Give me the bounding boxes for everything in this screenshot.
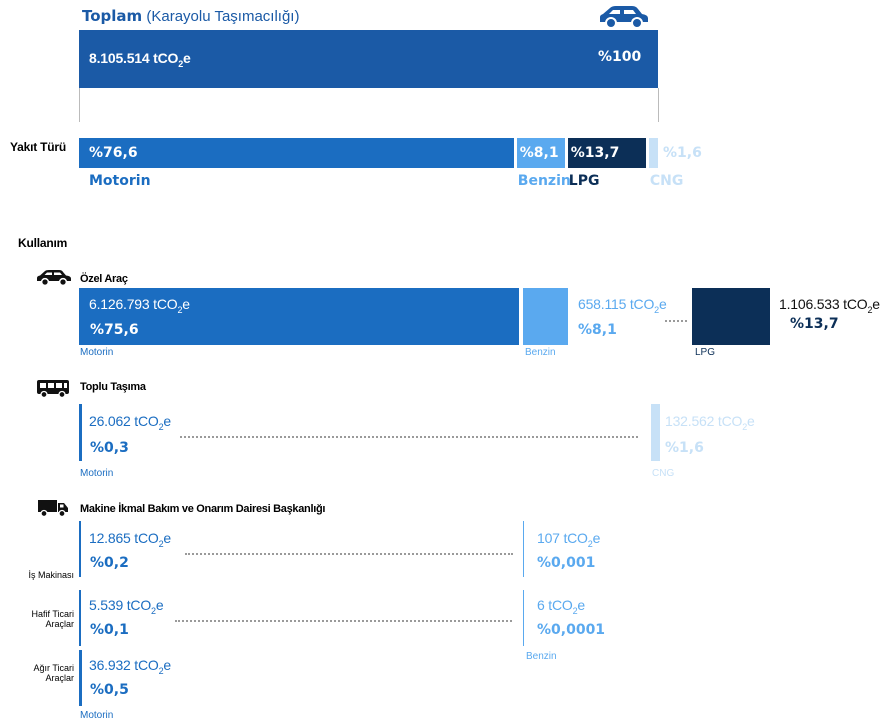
- ozel-benzin-name: Benzin: [525, 347, 556, 358]
- makine-row2-motorin-bar: [79, 590, 81, 646]
- yakit-bar-cng: [648, 138, 658, 168]
- toplu-title: Toplu Taşıma: [80, 381, 146, 393]
- ozel-benzin-bar: [523, 288, 568, 345]
- connector-right: [658, 88, 659, 122]
- ozel-dotted-line: [665, 320, 687, 322]
- ozel-benzin-value: 658.115 tCO2e: [578, 296, 667, 315]
- makine-row1-motorin-bar: [79, 521, 81, 577]
- toplu-motorin-pct: %0,3: [90, 440, 129, 456]
- makine-row2-benzin-value: 6 tCO2e: [537, 597, 585, 616]
- car-icon: [37, 270, 71, 286]
- makine-row1-benzin-value: 107 tCO2e: [537, 530, 601, 549]
- toplam-value: 8.105.514 tCO2e: [89, 50, 191, 69]
- makine-title: Makine İkmal Bakım ve Onarım Dairesi Baş…: [80, 503, 326, 515]
- toplu-motorin-name: Motorin: [80, 468, 114, 479]
- makine-row3-motorin-bar: [79, 650, 82, 706]
- makine-row3-motorin-value: 36.932 tCO2e: [89, 657, 172, 676]
- makine-row1-dotted-line: [185, 553, 513, 555]
- bus-icon: [37, 380, 69, 398]
- makine-row1-motorin-pct: %0,2: [90, 555, 129, 571]
- makine-row3-motorin-pct: %0,5: [90, 682, 129, 698]
- ozel-lpg-pct: %13,7: [790, 316, 839, 332]
- toplu-dotted-line: [180, 436, 638, 438]
- kullanim-label: Kullanım: [18, 236, 68, 250]
- connector-left: [79, 88, 80, 122]
- yakit-name-lpg: LPG: [568, 173, 600, 189]
- makine-row2-dotted-line: [175, 620, 512, 622]
- makine-row2-benzin-pct: %0,0001: [537, 622, 606, 638]
- yakit-name-motorin: Motorin: [89, 173, 151, 189]
- toplu-motorin-value: 26.062 tCO2e: [89, 413, 172, 432]
- makine-row1-benzin-bar: [523, 521, 524, 577]
- ozel-lpg-bar: [692, 288, 770, 345]
- toplu-cng-bar: [651, 404, 660, 461]
- yakit-name-cng: CNG: [649, 173, 684, 189]
- makine-row1-benzin-pct: %0,001: [537, 555, 596, 571]
- makine-benzin-name: Benzin: [526, 651, 557, 662]
- makine-row2-benzin-bar: [523, 590, 524, 646]
- toplam-title-bold: Toplam: [82, 7, 143, 25]
- yakit-pct-motorin: %76,6: [89, 145, 138, 161]
- makine-row-label: İş Makinası: [28, 570, 74, 580]
- toplu-motorin-bar: [79, 404, 82, 461]
- ozel-lpg-value: 1.106.533 tCO2e: [779, 296, 880, 315]
- toplam-title-rest: (Karayolu Taşımacılığı): [146, 8, 300, 25]
- ozel-motorin-name: Motorin: [80, 347, 114, 358]
- toplu-cng-name: CNG: [652, 468, 675, 479]
- makine-row-label: Hafif Ticari Araçlar: [31, 609, 74, 629]
- yakit-pct-benzin: %8,1: [519, 145, 559, 161]
- ozel-lpg-name: LPG: [695, 347, 716, 358]
- yakit-pct-lpg: %13,7: [570, 145, 620, 161]
- toplu-cng-pct: %1,6: [665, 440, 704, 456]
- makine-row1-motorin-value: 12.865 tCO2e: [89, 530, 172, 549]
- ozel-motorin-pct: %75,6: [90, 322, 139, 338]
- yakit-bar-motorin: [79, 138, 514, 168]
- ozel-motorin-value: 6.126.793 tCO2e: [89, 296, 190, 315]
- car-icon: [600, 6, 648, 29]
- makine-row2-motorin-pct: %0,1: [90, 622, 129, 638]
- yakit-label: Yakıt Türü: [10, 140, 67, 154]
- yakit-name-benzin: Benzin: [517, 173, 571, 189]
- truck-icon: [38, 500, 68, 517]
- ozel-title: Özel Araç: [80, 273, 128, 285]
- toplu-cng-value: 132.562 tCO2e: [665, 413, 755, 432]
- ozel-benzin-pct: %8,1: [578, 322, 617, 338]
- yakit-pct-cng: %1,6: [663, 145, 702, 161]
- makine-row-label: Ağır Ticari Araçlar: [33, 663, 74, 683]
- toplam-title: Toplam (Karayolu Taşımacılığı): [82, 7, 299, 25]
- makine-motorin-name: Motorin: [80, 710, 114, 721]
- toplam-pct: %100: [598, 49, 642, 65]
- makine-row2-motorin-value: 5.539 tCO2e: [89, 597, 164, 616]
